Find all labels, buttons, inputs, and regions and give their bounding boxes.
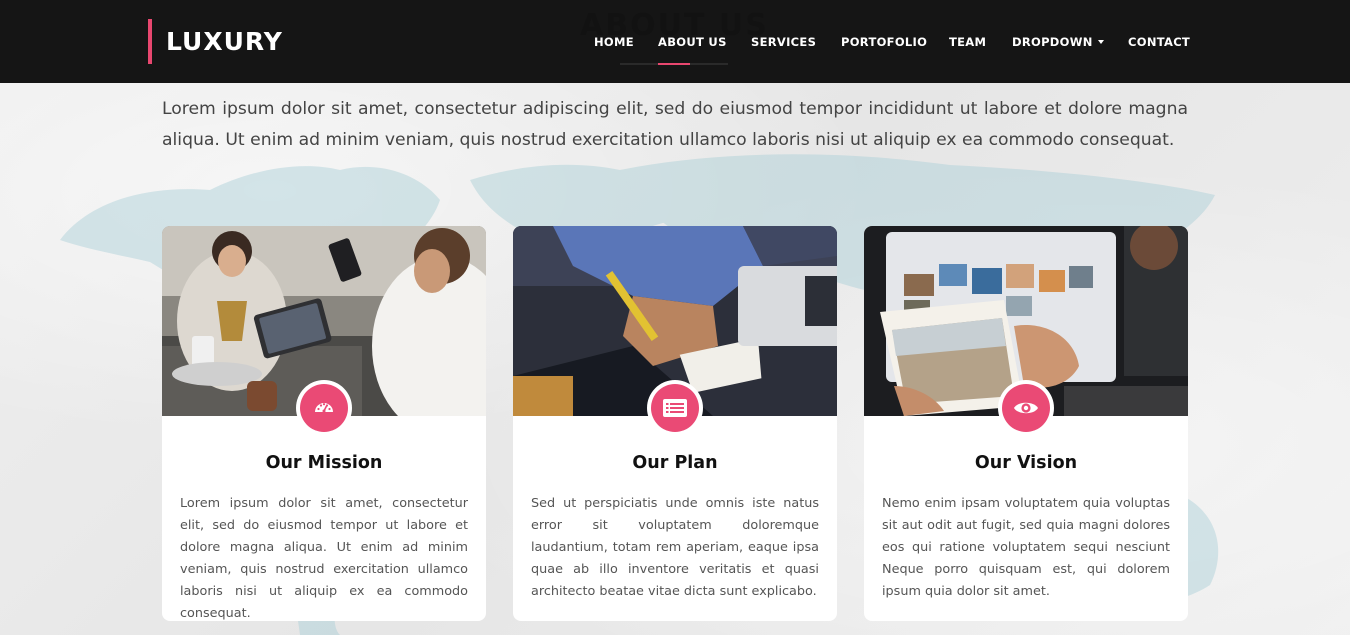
- nav-item-services[interactable]: SERVICES: [751, 35, 816, 49]
- card-title: Our Vision: [974, 453, 1078, 473]
- nav-item-home[interactable]: HOME: [594, 35, 634, 49]
- card-vision: Our Vision Nemo enim ipsam voluptatem qu…: [864, 226, 1188, 621]
- main-nav: HOME ABOUT US SERVICES PORTOFOLIO TEAM D…: [0, 35, 1350, 51]
- nav-item-dropdown-label: DROPDOWN: [1012, 35, 1093, 49]
- card-title: Our Plan: [632, 453, 718, 473]
- card-plan: Our Plan Sed ut perspiciatis unde omnis …: [513, 226, 837, 621]
- list-icon: [663, 399, 687, 417]
- card-icon-badge: [296, 380, 352, 436]
- caret-down-icon: [1097, 40, 1104, 44]
- card-icon-badge: [998, 380, 1054, 436]
- eye-icon: [1014, 402, 1038, 414]
- nav-item-about-us[interactable]: ABOUT US: [658, 35, 727, 49]
- heading-underline: [620, 63, 728, 65]
- heading-underline-accent: [658, 63, 690, 65]
- nav-item-portofolio[interactable]: PORTOFOLIO: [841, 35, 927, 49]
- card-mission: Our Mission Lorem ipsum dolor sit amet, …: [162, 226, 486, 621]
- card-text: Lorem ipsum dolor sit amet, consectetur …: [180, 496, 468, 621]
- nav-item-contact[interactable]: CONTACT: [1128, 35, 1190, 49]
- nav-item-team[interactable]: TEAM: [949, 35, 986, 49]
- card-text: Nemo enim ipsam voluptatem quia voluptas…: [882, 496, 1170, 599]
- dashboard-icon: [315, 403, 333, 413]
- card-title: Our Mission: [265, 453, 383, 473]
- card-icon-badge: [647, 380, 703, 436]
- intro-paragraph: Lorem ipsum dolor sit amet, consectetur …: [162, 99, 1188, 150]
- nav-item-dropdown[interactable]: DROPDOWN: [1012, 35, 1104, 49]
- card-text: Sed ut perspiciatis unde omnis iste natu…: [531, 496, 819, 599]
